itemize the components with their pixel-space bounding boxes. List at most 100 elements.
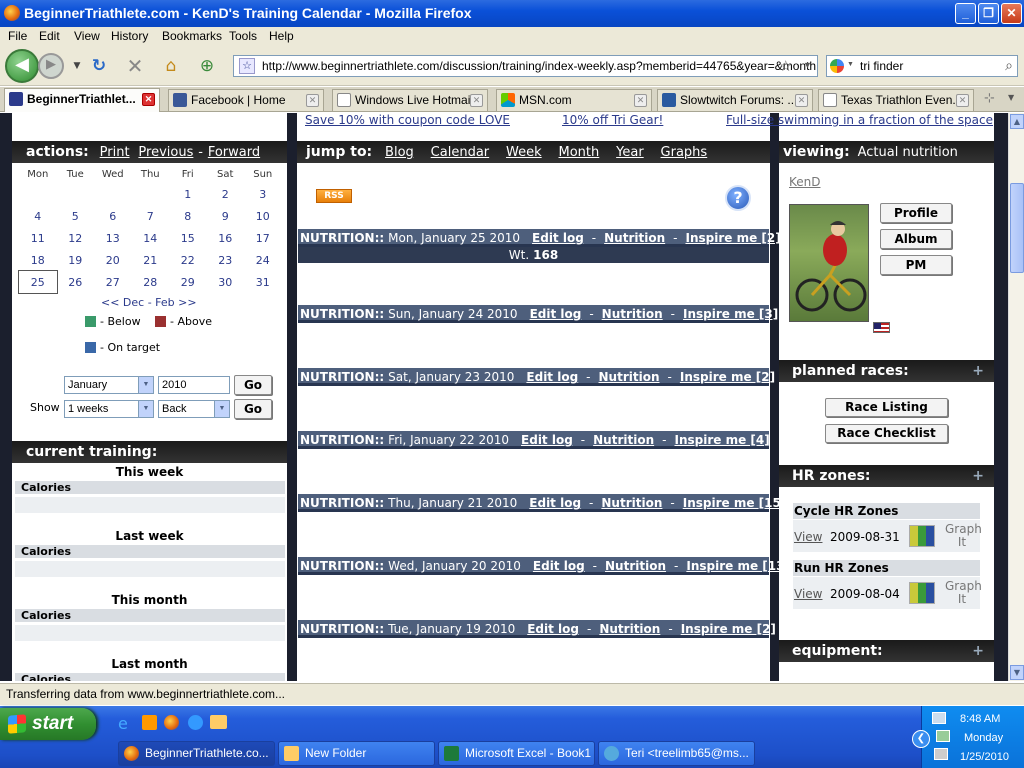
race-checklist-button[interactable]: Race Checklist — [825, 424, 948, 443]
google-icon[interactable] — [830, 59, 844, 73]
maximize-button[interactable]: ❐ — [978, 3, 999, 24]
tray-app-icon[interactable] — [936, 730, 950, 742]
tab-hotmail[interactable]: Windows Live Hotmail ✕ — [332, 89, 488, 111]
ad-link-coupon[interactable]: Save 10% with coupon code LOVE — [305, 113, 510, 127]
inspire-me-link[interactable]: Inspire me [3] — [683, 307, 778, 321]
calendar-day-cell[interactable]: 23 — [207, 249, 245, 271]
tab-beginnertriathlete[interactable]: BeginnerTriathlet... ✕ — [4, 88, 160, 112]
album-button[interactable]: Album — [880, 229, 952, 249]
calendar-day-cell[interactable]: 27 — [94, 271, 132, 293]
minimize-button[interactable]: _ — [955, 3, 976, 24]
race-listing-button[interactable]: Race Listing — [825, 398, 948, 417]
reload-icon[interactable]: ↻ — [88, 56, 110, 76]
page-scrollbar[interactable]: ▲ ▼ — [1008, 113, 1024, 681]
calendar-day-cell[interactable]: 17 — [244, 227, 282, 249]
weeks-select[interactable]: 1 weeks ▼ — [64, 400, 154, 418]
calendar-day-cell[interactable]: 12 — [57, 227, 95, 249]
direction-select[interactable]: Back ▼ — [158, 400, 230, 418]
jump-week-link[interactable]: Week — [506, 145, 542, 160]
edit-log-link[interactable]: Edit log — [526, 370, 578, 384]
nutrition-link[interactable]: Nutrition — [602, 307, 663, 321]
clock-time[interactable]: 8:48 AM — [960, 713, 1000, 725]
history-dropdown-icon[interactable]: ▼ — [66, 56, 88, 76]
year-input[interactable]: 2010 — [158, 376, 230, 394]
calendar-day-cell[interactable]: 3 — [244, 183, 282, 205]
ad-link-swimming[interactable]: Full-size swimming in a fraction of the … — [726, 113, 993, 127]
tab-texas-triathlon[interactable]: Texas Triathlon Even... ✕ — [818, 89, 974, 111]
calendar-day-cell[interactable]: 18 — [19, 249, 57, 271]
calendar-day-cell[interactable]: 4 — [19, 205, 57, 227]
jump-blog-link[interactable]: Blog — [385, 145, 414, 160]
graph-icon[interactable] — [909, 525, 935, 547]
nutrition-link[interactable]: Nutrition — [599, 622, 660, 636]
nutrition-link[interactable]: Nutrition — [599, 370, 660, 384]
taskbar-excel[interactable]: Microsoft Excel - Book1 — [438, 741, 595, 766]
show-go-button[interactable]: Go — [234, 399, 272, 419]
tab-list-icon[interactable]: ▼ — [1008, 93, 1014, 102]
firefox-quicklaunch-icon[interactable] — [164, 715, 179, 730]
calendar-day-cell[interactable]: 13 — [94, 227, 132, 249]
edit-log-link[interactable]: Edit log — [527, 622, 579, 636]
close-button[interactable]: ✕ — [1001, 3, 1022, 24]
tab-close-icon[interactable]: ✕ — [956, 94, 969, 107]
engine-dropdown-icon[interactable]: ▼ — [847, 61, 854, 68]
edit-log-link[interactable]: Edit log — [532, 231, 584, 245]
avatar[interactable] — [789, 204, 869, 322]
inspire-me-link[interactable]: Inspire me [2] — [681, 622, 776, 636]
go-button[interactable]: Go — [234, 375, 272, 395]
calendar-day-cell[interactable]: 15 — [169, 227, 207, 249]
inspire-me-link[interactable]: Inspire me [2] — [680, 370, 775, 384]
calendar-day-cell[interactable]: 11 — [19, 227, 57, 249]
inspire-me-link[interactable]: Inspire me [4] — [674, 433, 769, 447]
calendar-day-cell[interactable]: 25 — [18, 270, 58, 294]
profile-button[interactable]: Profile — [880, 203, 952, 223]
ad-link-tri-gear[interactable]: 10% off Tri Gear! — [562, 113, 663, 127]
month-select[interactable]: January ▼ — [64, 376, 154, 394]
nutrition-link[interactable]: Nutrition — [601, 496, 662, 510]
jump-graphs-link[interactable]: Graphs — [661, 145, 708, 160]
calendar-day-cell[interactable]: 14 — [132, 227, 170, 249]
taskbar-firefox-window[interactable]: BeginnerTriathlete.co... — [118, 741, 275, 766]
nutrition-link[interactable]: Nutrition — [604, 231, 665, 245]
search-box[interactable]: ▼ tri finder ⌕ — [826, 55, 1018, 77]
calendar-day-cell[interactable]: 31 — [244, 271, 282, 293]
calendar-day-cell[interactable]: 28 — [132, 271, 170, 293]
tray-expand-icon[interactable]: ❮ — [912, 730, 930, 748]
inspire-me-link[interactable]: Inspire me [15] — [683, 496, 787, 510]
expand-icon[interactable]: + — [972, 640, 984, 662]
edit-log-link[interactable]: Edit log — [533, 559, 585, 573]
window-title-bar[interactable]: BeginnerTriathlete.com - KenD's Training… — [0, 0, 1024, 27]
menu-bookmarks[interactable]: Bookmarks — [162, 29, 222, 43]
calendar-day-cell[interactable]: 1 — [169, 183, 207, 205]
tab-close-icon[interactable]: ✕ — [470, 94, 483, 107]
calendar-day-cell[interactable]: 30 — [207, 271, 245, 293]
expand-icon[interactable]: + — [972, 465, 984, 487]
folder-quicklaunch-icon[interactable] — [210, 715, 227, 729]
menu-tools[interactable]: Tools — [229, 29, 257, 43]
menu-history[interactable]: History — [111, 29, 148, 43]
calendar-day-cell[interactable]: 21 — [132, 249, 170, 271]
previous-link[interactable]: Previous — [138, 145, 193, 160]
calendar-day-cell[interactable]: 9 — [207, 205, 245, 227]
search-input[interactable]: tri finder — [860, 59, 903, 73]
calendar-day-cell[interactable]: 10 — [244, 205, 282, 227]
inspire-me-link[interactable]: Inspire me [2] — [685, 231, 780, 245]
address-bar[interactable]: ☆ http://www.beginnertriathlete.com/disc… — [233, 55, 818, 77]
bookmark-star-icon[interactable]: ☆ — [779, 57, 792, 75]
url-dropdown-icon[interactable]: ▼ — [803, 60, 812, 70]
back-icon[interactable]: ◀ — [5, 49, 39, 83]
calendar-month-nav[interactable]: << Dec - Feb >> — [101, 296, 197, 309]
forward-icon[interactable]: ▶ — [38, 53, 64, 79]
tab-close-icon[interactable]: ✕ — [306, 94, 319, 107]
tab-facebook[interactable]: Facebook | Home ✕ — [168, 89, 324, 111]
tab-slowtwitch[interactable]: Slowtwitch Forums: ... ✕ — [657, 89, 813, 111]
jump-month-link[interactable]: Month — [559, 145, 600, 160]
calendar-day-cell[interactable]: 2 — [207, 183, 245, 205]
menu-edit[interactable]: Edit — [39, 29, 60, 43]
quicklaunch-app-icon[interactable] — [142, 715, 157, 730]
volume-icon[interactable] — [934, 748, 948, 760]
graph-it-link[interactable]: Graph It — [945, 523, 982, 549]
start-button[interactable]: start — [0, 708, 96, 740]
graph-icon[interactable] — [909, 582, 935, 604]
edit-log-link[interactable]: Edit log — [530, 307, 582, 321]
